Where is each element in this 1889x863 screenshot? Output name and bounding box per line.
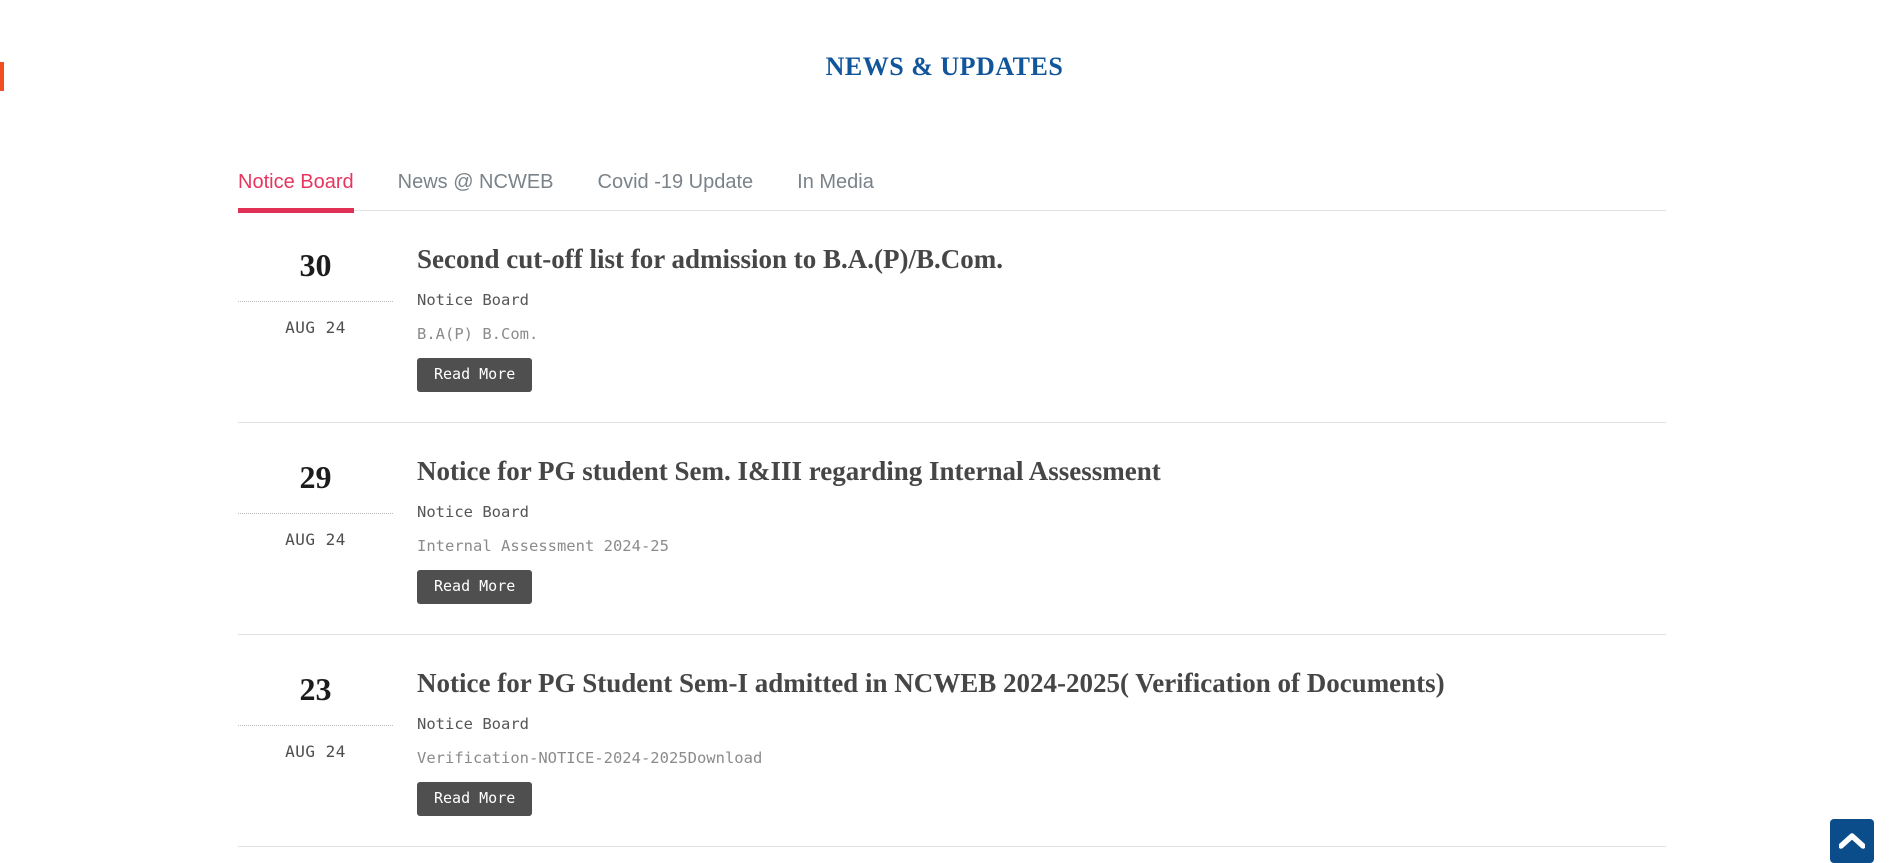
news-category: Notice Board xyxy=(417,291,529,310)
news-date: 23 AUG 24 xyxy=(238,667,393,761)
tab-label: Notice Board xyxy=(238,171,354,193)
news-category: Notice Board xyxy=(417,503,529,522)
list-item: 29 AUG 24 Notice for PG student Sem. I&I… xyxy=(238,423,1666,635)
read-more-button[interactable]: Read More xyxy=(417,570,533,604)
news-category: Notice Board xyxy=(417,715,529,734)
scroll-to-top-button[interactable] xyxy=(1830,819,1874,863)
page-title: NEWS & UPDATES xyxy=(825,52,1064,81)
news-date-month-year: AUG 24 xyxy=(285,318,346,337)
news-excerpt: Internal Assessment 2024-25 xyxy=(417,536,669,555)
news-date: 29 AUG 24 xyxy=(238,455,393,549)
tab-label: Covid -19 Update xyxy=(597,171,754,193)
tab-label: In Media xyxy=(797,171,874,193)
read-more-button[interactable]: Read More xyxy=(417,782,533,816)
news-updates-section: Notice Board News @ NCWEB Covid -19 Upda… xyxy=(238,152,1666,847)
tab-news-ncweb[interactable]: News @ NCWEB xyxy=(398,172,554,210)
read-more-button[interactable]: Read More xyxy=(417,358,533,392)
news-date: 30 AUG 24 xyxy=(238,243,393,337)
news-content: Notice for PG student Sem. I&III regardi… xyxy=(393,455,1666,604)
chevron-up-icon xyxy=(1839,833,1865,849)
news-title-link[interactable]: Second cut-off list for admission to B.A… xyxy=(417,243,1666,275)
notice-board-list: 30 AUG 24 Second cut-off list for admiss… xyxy=(238,211,1666,847)
news-title-link[interactable]: Notice for PG student Sem. I&III regardi… xyxy=(417,455,1666,487)
news-excerpt: Verification-NOTICE-2024-2025Download xyxy=(417,748,763,767)
news-title-link[interactable]: Notice for PG Student Sem-I admitted in … xyxy=(417,667,1666,699)
list-item: 23 AUG 24 Notice for PG Student Sem-I ad… xyxy=(238,635,1666,847)
news-date-day: 29 xyxy=(238,461,393,514)
news-content: Second cut-off list for admission to B.A… xyxy=(393,243,1666,392)
news-content: Notice for PG Student Sem-I admitted in … xyxy=(393,667,1666,816)
tab-covid-19-update[interactable]: Covid -19 Update xyxy=(598,172,754,210)
tab-label: News @ NCWEB xyxy=(397,171,554,193)
news-date-day: 30 xyxy=(238,249,393,302)
tab-in-media[interactable]: In Media xyxy=(797,172,874,210)
list-item: 30 AUG 24 Second cut-off list for admiss… xyxy=(238,211,1666,423)
tab-notice-board[interactable]: Notice Board xyxy=(238,171,354,213)
news-date-month-year: AUG 24 xyxy=(285,529,346,549)
news-date-day: 23 xyxy=(238,673,393,726)
tab-bar: Notice Board News @ NCWEB Covid -19 Upda… xyxy=(238,152,1666,213)
news-date-month-year: AUG 24 xyxy=(285,741,346,761)
news-excerpt: B.A(P) B.Com. xyxy=(417,324,539,343)
